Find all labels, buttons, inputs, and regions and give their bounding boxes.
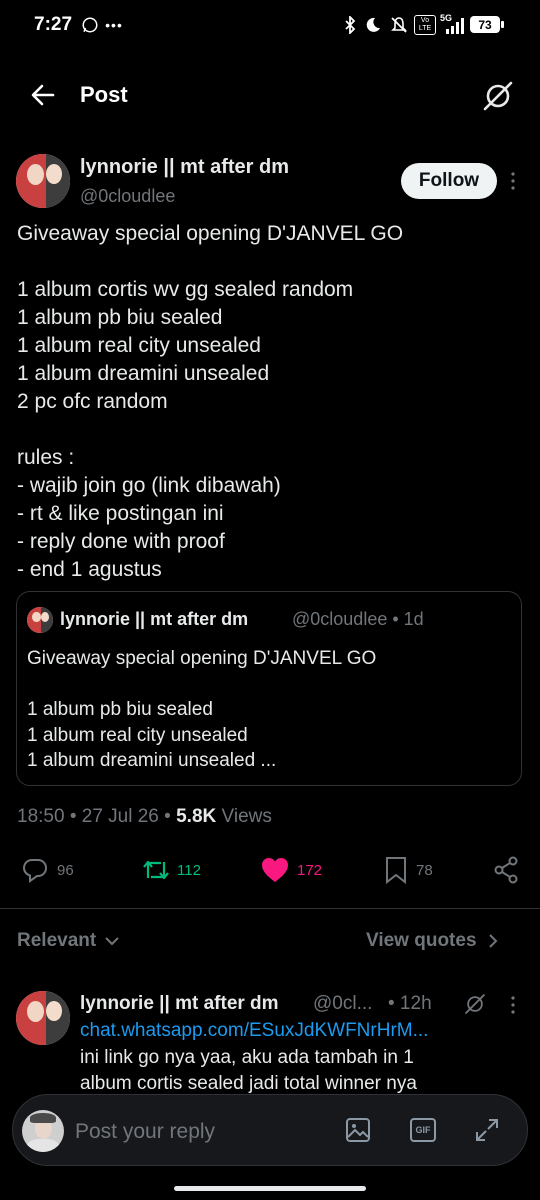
mute-icon (388, 15, 410, 35)
more-notifications-icon: ••• (105, 17, 123, 33)
image-button[interactable] (345, 1117, 373, 1145)
share-action[interactable] (493, 855, 521, 885)
bookmark-icon (386, 857, 406, 884)
gif-button[interactable]: GIF (410, 1118, 436, 1142)
whatsapp-icon (80, 15, 100, 35)
author-display-name[interactable]: lynnorie || mt after dm (80, 156, 289, 179)
status-time: 7:27 (34, 14, 73, 35)
share-icon (494, 856, 518, 884)
reply-handle[interactable]: @0cl... (313, 993, 372, 1015)
gif-label: GIF (415, 1125, 431, 1135)
reply-more-button[interactable] (507, 994, 519, 1016)
reply-action[interactable]: 96 (21, 855, 74, 885)
grok-icon (483, 81, 513, 111)
back-arrow-icon (31, 84, 55, 106)
grok-icon (465, 994, 485, 1014)
more-vertical-icon (511, 172, 515, 190)
reply-grok-button[interactable] (464, 993, 488, 1017)
volte-icon: Vo LTE (414, 15, 436, 35)
repost-icon (143, 860, 169, 880)
post-meta: 18:50 • 27 Jul 26 • 5.8K Views (17, 806, 272, 828)
heart-icon (262, 858, 288, 882)
page-title: Post (80, 82, 128, 107)
image-icon (346, 1118, 370, 1142)
views-count: 5.8K (176, 806, 217, 827)
view-quotes-link[interactable]: View quotes (366, 930, 499, 952)
post-text: Giveaway special opening D'JANVEL GO 1 a… (17, 222, 404, 581)
repost-count: 112 (177, 861, 201, 879)
quote-handle-time: @0cloudlee • 1d (292, 609, 424, 629)
back-button[interactable] (29, 81, 59, 111)
battery-indicator: 73 (470, 16, 500, 33)
chevron-right-icon (488, 934, 497, 948)
reply-display-name[interactable]: lynnorie || mt after dm (80, 993, 279, 1015)
reply-time: • 12h (388, 993, 432, 1014)
repost-action[interactable]: 112 (141, 855, 201, 885)
battery-tip (501, 21, 504, 28)
reply-icon (22, 859, 48, 883)
bookmark-count: 78 (416, 861, 433, 879)
home-indicator (174, 1186, 366, 1191)
reply-text-line1: ini link go nya yaa, aku ada tambah in 1 (80, 1047, 414, 1068)
post-more-button[interactable] (507, 170, 519, 192)
status-bar: 7:27 ••• Vo LTE 5G 73 (0, 0, 540, 50)
reply-text-line2: album cortis sealed jadi total winner ny… (80, 1073, 417, 1094)
post-timestamp: 18:50 • 27 Jul 26 • (17, 806, 177, 827)
quote-display-name: lynnorie || mt after dm (60, 609, 249, 629)
like-count: 172 (297, 861, 323, 879)
chevron-down-icon (105, 937, 119, 946)
reply-link[interactable]: chat.whatsapp.com/ESuxJdKWFNrHrM... (80, 1020, 428, 1042)
more-vertical-icon (511, 996, 515, 1014)
my-avatar[interactable] (22, 1110, 64, 1152)
reply-author-avatar[interactable] (16, 991, 70, 1045)
author-avatar[interactable] (16, 154, 70, 208)
bookmark-action[interactable]: 78 (384, 855, 433, 885)
sort-dropdown[interactable]: Relevant (17, 930, 120, 952)
views-label: Views (216, 806, 272, 827)
moon-icon (363, 15, 383, 35)
grok-button[interactable] (482, 80, 516, 114)
divider (0, 908, 540, 909)
quote-avatar (27, 607, 53, 633)
view-quotes-label: View quotes (366, 930, 477, 951)
reply-input[interactable]: Post your reply (75, 1120, 215, 1144)
quote-text: Giveaway special opening D'JANVEL GO 1 a… (27, 648, 377, 771)
expand-icon (476, 1119, 498, 1141)
follow-button[interactable]: Follow (401, 163, 497, 199)
expand-composer-button[interactable] (474, 1117, 502, 1145)
sort-label: Relevant (17, 930, 97, 951)
bluetooth-icon (341, 15, 359, 35)
reply-count: 96 (57, 861, 74, 879)
author-handle[interactable]: @0cloudlee (80, 186, 175, 207)
signal-icon: 5G (440, 13, 466, 35)
like-action[interactable]: 172 (261, 855, 322, 885)
